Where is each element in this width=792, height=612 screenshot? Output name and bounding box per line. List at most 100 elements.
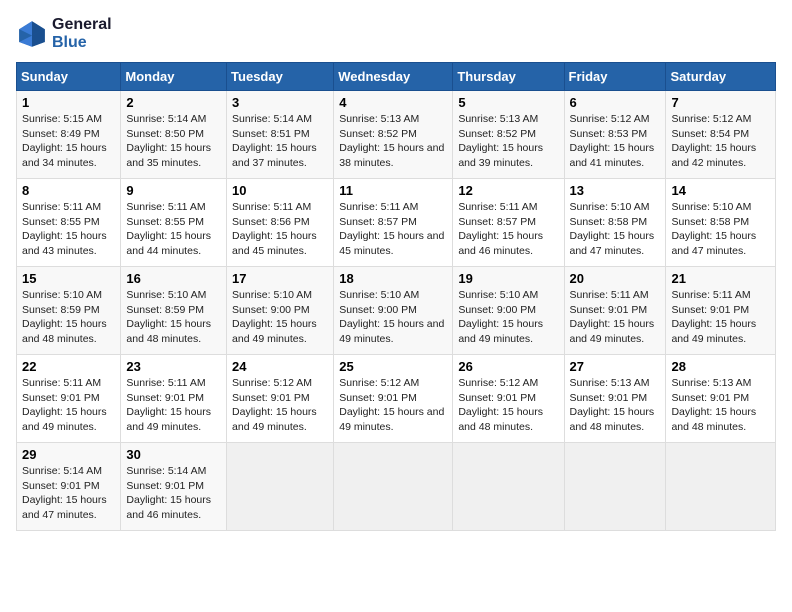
day-detail: Sunrise: 5:11 AMSunset: 8:56 PMDaylight:… (232, 200, 328, 259)
logo: General Blue (16, 16, 112, 52)
day-detail: Sunrise: 5:12 AMSunset: 9:01 PMDaylight:… (339, 376, 447, 435)
calendar-cell: 24 Sunrise: 5:12 AMSunset: 9:01 PMDayligh… (227, 355, 334, 443)
day-detail: Sunrise: 5:11 AMSunset: 8:57 PMDaylight:… (339, 200, 447, 259)
week-row-5: 29 Sunrise: 5:14 AMSunset: 9:01 PMDayligh… (17, 443, 776, 531)
day-number: 27 (570, 359, 661, 374)
header-monday: Monday (121, 63, 227, 91)
day-detail: Sunrise: 5:14 AMSunset: 9:01 PMDaylight:… (22, 464, 115, 523)
day-detail: Sunrise: 5:14 AMSunset: 8:51 PMDaylight:… (232, 112, 328, 171)
calendar-cell: 12 Sunrise: 5:11 AMSunset: 8:57 PMDayligh… (453, 179, 564, 267)
calendar-header-row: SundayMondayTuesdayWednesdayThursdayFrid… (17, 63, 776, 91)
day-detail: Sunrise: 5:13 AMSunset: 8:52 PMDaylight:… (458, 112, 558, 171)
day-detail: Sunrise: 5:11 AMSunset: 8:57 PMDaylight:… (458, 200, 558, 259)
calendar-cell: 6 Sunrise: 5:12 AMSunset: 8:53 PMDaylight… (564, 91, 666, 179)
header-friday: Friday (564, 63, 666, 91)
day-number: 28 (671, 359, 770, 374)
day-number: 6 (570, 95, 661, 110)
calendar-cell: 30 Sunrise: 5:14 AMSunset: 9:01 PMDayligh… (121, 443, 227, 531)
calendar-cell: 8 Sunrise: 5:11 AMSunset: 8:55 PMDaylight… (17, 179, 121, 267)
day-detail: Sunrise: 5:13 AMSunset: 9:01 PMDaylight:… (671, 376, 770, 435)
calendar-cell: 21 Sunrise: 5:11 AMSunset: 9:01 PMDayligh… (666, 267, 776, 355)
day-detail: Sunrise: 5:12 AMSunset: 8:53 PMDaylight:… (570, 112, 661, 171)
day-number: 29 (22, 447, 115, 462)
day-number: 23 (126, 359, 221, 374)
day-detail: Sunrise: 5:14 AMSunset: 8:50 PMDaylight:… (126, 112, 221, 171)
calendar-cell (334, 443, 453, 531)
day-number: 21 (671, 271, 770, 286)
day-number: 10 (232, 183, 328, 198)
day-detail: Sunrise: 5:12 AMSunset: 9:01 PMDaylight:… (458, 376, 558, 435)
day-number: 9 (126, 183, 221, 198)
calendar-cell: 4Sunrise: 5:13 AMSunset: 8:52 PMDaylight… (334, 91, 453, 179)
day-detail: Sunrise: 5:14 AMSunset: 9:01 PMDaylight:… (126, 464, 221, 523)
day-detail: Sunrise: 5:11 AMSunset: 8:55 PMDaylight:… (126, 200, 221, 259)
day-number: 25 (339, 359, 447, 374)
header-wednesday: Wednesday (334, 63, 453, 91)
day-detail: Sunrise: 5:13 AMSunset: 8:52 PMDaylight:… (339, 112, 447, 171)
day-number: 11 (339, 183, 447, 198)
calendar-cell: 18 Sunrise: 5:10 AMSunset: 9:00 PMDayligh… (334, 267, 453, 355)
calendar-cell: 20Sunrise: 5:11 AMSunset: 9:01 PMDayligh… (564, 267, 666, 355)
calendar-cell: 28 Sunrise: 5:13 AMSunset: 9:01 PMDayligh… (666, 355, 776, 443)
header-tuesday: Tuesday (227, 63, 334, 91)
week-row-2: 8 Sunrise: 5:11 AMSunset: 8:55 PMDaylight… (17, 179, 776, 267)
header-thursday: Thursday (453, 63, 564, 91)
calendar-cell: 14 Sunrise: 5:10 AMSunset: 8:58 PMDayligh… (666, 179, 776, 267)
calendar-cell: 27 Sunrise: 5:13 AMSunset: 9:01 PMDayligh… (564, 355, 666, 443)
day-detail: Sunrise: 5:10 AMSunset: 9:00 PMDaylight:… (232, 288, 328, 347)
calendar-cell: 11 Sunrise: 5:11 AMSunset: 8:57 PMDayligh… (334, 179, 453, 267)
header-sunday: Sunday (17, 63, 121, 91)
calendar-cell: 25 Sunrise: 5:12 AMSunset: 9:01 PMDayligh… (334, 355, 453, 443)
day-detail: Sunrise: 5:11 AMSunset: 9:01 PMDaylight:… (126, 376, 221, 435)
day-detail: Sunrise: 5:11 AMSunset: 9:01 PMDaylight:… (671, 288, 770, 347)
day-detail: Sunrise: 5:11 AMSunset: 9:01 PMDaylight:… (570, 288, 661, 347)
day-detail: Sunrise: 5:11 AMSunset: 9:01 PMDaylight:… (22, 376, 115, 435)
calendar-cell: 19Sunrise: 5:10 AMSunset: 9:00 PMDayligh… (453, 267, 564, 355)
calendar-cell: 23 Sunrise: 5:11 AMSunset: 9:01 PMDayligh… (121, 355, 227, 443)
calendar-cell: 2 Sunrise: 5:14 AMSunset: 8:50 PMDaylight… (121, 91, 227, 179)
day-number: 8 (22, 183, 115, 198)
day-number: 1 (22, 95, 115, 110)
day-number: 30 (126, 447, 221, 462)
week-row-4: 22Sunrise: 5:11 AMSunset: 9:01 PMDayligh… (17, 355, 776, 443)
day-detail: Sunrise: 5:10 AMSunset: 8:59 PMDaylight:… (126, 288, 221, 347)
calendar-cell (453, 443, 564, 531)
day-detail: Sunrise: 5:10 AMSunset: 8:58 PMDaylight:… (671, 200, 770, 259)
day-detail: Sunrise: 5:10 AMSunset: 8:58 PMDaylight:… (570, 200, 661, 259)
calendar-cell: 26 Sunrise: 5:12 AMSunset: 9:01 PMDayligh… (453, 355, 564, 443)
page-header: General Blue (16, 16, 776, 52)
day-number: 16 (126, 271, 221, 286)
day-number: 24 (232, 359, 328, 374)
calendar-cell (564, 443, 666, 531)
day-number: 26 (458, 359, 558, 374)
day-number: 3 (232, 95, 328, 110)
calendar-cell (666, 443, 776, 531)
calendar-cell: 9 Sunrise: 5:11 AMSunset: 8:55 PMDaylight… (121, 179, 227, 267)
logo-icon (16, 18, 48, 50)
day-detail: Sunrise: 5:11 AMSunset: 8:55 PMDaylight:… (22, 200, 115, 259)
calendar-cell: 5 Sunrise: 5:13 AMSunset: 8:52 PMDaylight… (453, 91, 564, 179)
calendar-cell: 7 Sunrise: 5:12 AMSunset: 8:54 PMDaylight… (666, 91, 776, 179)
day-number: 18 (339, 271, 447, 286)
day-detail: Sunrise: 5:12 AMSunset: 8:54 PMDaylight:… (671, 112, 770, 171)
calendar-cell: 3 Sunrise: 5:14 AMSunset: 8:51 PMDaylight… (227, 91, 334, 179)
calendar-cell (227, 443, 334, 531)
calendar-cell: 17 Sunrise: 5:10 AMSunset: 9:00 PMDayligh… (227, 267, 334, 355)
day-detail: Sunrise: 5:12 AMSunset: 9:01 PMDaylight:… (232, 376, 328, 435)
week-row-3: 15 Sunrise: 5:10 AMSunset: 8:59 PMDayligh… (17, 267, 776, 355)
day-number: 7 (671, 95, 770, 110)
calendar-table: SundayMondayTuesdayWednesdayThursdayFrid… (16, 62, 776, 531)
calendar-cell: 16 Sunrise: 5:10 AMSunset: 8:59 PMDayligh… (121, 267, 227, 355)
day-detail: Sunrise: 5:13 AMSunset: 9:01 PMDaylight:… (570, 376, 661, 435)
calendar-cell: 1Sunrise: 5:15 AMSunset: 8:49 PMDaylight… (17, 91, 121, 179)
day-number: 14 (671, 183, 770, 198)
day-number: 15 (22, 271, 115, 286)
day-number: 2 (126, 95, 221, 110)
day-detail: Sunrise: 5:10 AMSunset: 9:00 PMDaylight:… (339, 288, 447, 347)
day-number: 12 (458, 183, 558, 198)
day-detail: Sunrise: 5:10 AMSunset: 9:00 PMDaylight:… (458, 288, 558, 347)
day-number: 5 (458, 95, 558, 110)
day-number: 17 (232, 271, 328, 286)
logo-text: General Blue (52, 16, 112, 52)
day-detail: Sunrise: 5:10 AMSunset: 8:59 PMDaylight:… (22, 288, 115, 347)
